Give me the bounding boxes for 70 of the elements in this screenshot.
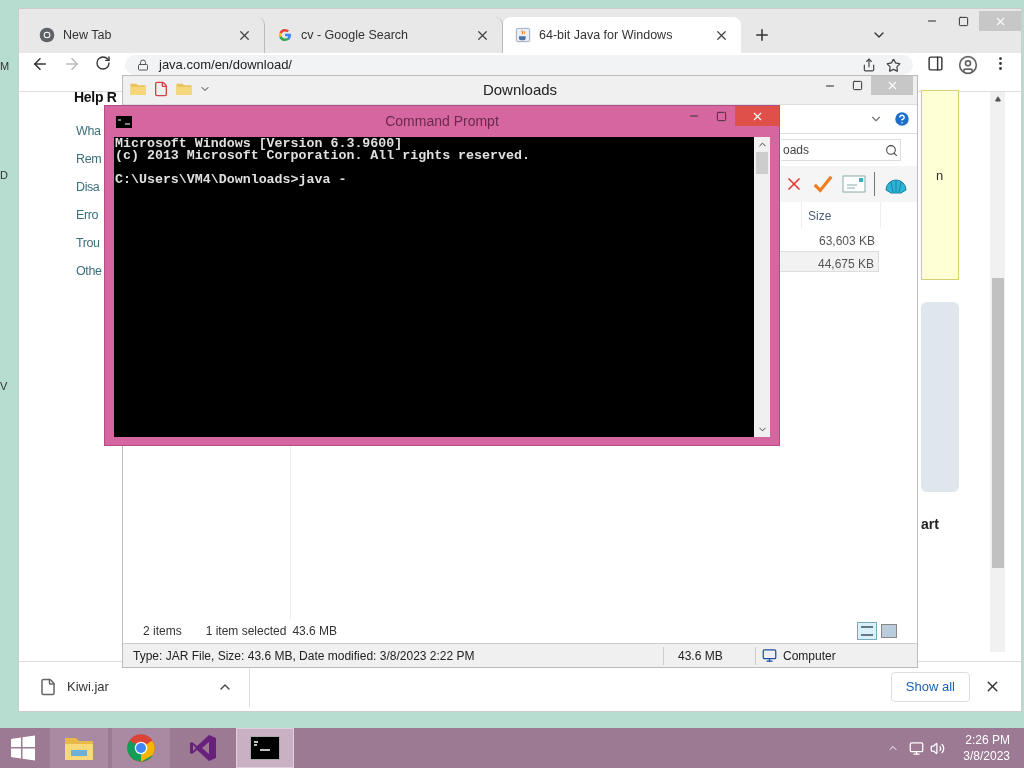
search-text: oads (783, 142, 811, 159)
scroll-up-arrow-icon[interactable] (994, 96, 1001, 102)
coffee-cup-icon (515, 27, 531, 43)
help-link[interactable]: Erro (76, 206, 98, 226)
file-row[interactable]: 63,603 KB (779, 229, 879, 250)
maximize-icon[interactable] (958, 15, 969, 27)
download-file-name: Kiwi.jar (67, 677, 110, 696)
window-title: Command Prompt (385, 112, 499, 131)
infinity-logo-icon (188, 733, 218, 763)
status-size: 43.6 MB (663, 646, 755, 665)
taskbar-app-button[interactable] (236, 728, 294, 768)
scrollbar-thumb[interactable] (756, 152, 768, 174)
help-link[interactable]: Rem (76, 150, 102, 170)
profile-icon[interactable] (958, 55, 978, 75)
checkmark-icon[interactable] (812, 173, 834, 195)
column-header[interactable]: Size (801, 202, 881, 228)
section-heading: Help R (74, 90, 117, 104)
document-icon[interactable] (153, 81, 169, 97)
scrollbar[interactable] (990, 92, 1005, 652)
tab-title: cv - Google Search (301, 26, 409, 44)
help-icon[interactable] (893, 110, 911, 128)
search-icon[interactable] (885, 143, 898, 157)
help-link[interactable]: Othe (76, 262, 102, 282)
preview-view-button[interactable] (881, 624, 897, 638)
console-scrollbar[interactable] (754, 137, 770, 437)
envelope-icon[interactable] (842, 175, 866, 193)
status-details: Type: JAR File, Size: 43.6 MB, Date modified: 3/8/2023 2:22 PM (132, 647, 476, 665)
file-row[interactable]: 44,675 KB (779, 251, 879, 272)
clock[interactable]: 2:26 PM 3/8/2023 (949, 732, 1024, 764)
tab-title: 64-bit Java for Windows (539, 26, 674, 44)
help-link[interactable]: Trou (76, 234, 100, 254)
terminal-icon (116, 116, 132, 128)
show-all-button[interactable]: Show all (890, 671, 970, 702)
desktop-icon-label: M (0, 59, 11, 74)
help-link[interactable]: Disa (76, 178, 100, 198)
reload-icon[interactable] (95, 55, 111, 71)
notice-text: n (936, 168, 944, 183)
windows-logo-icon (10, 735, 36, 761)
file-icon (39, 677, 57, 696)
lock-icon (137, 59, 149, 71)
share-icon[interactable] (862, 58, 876, 72)
new-tab-icon[interactable] (753, 26, 771, 44)
selection-info: 1 item selected (205, 623, 287, 640)
chrome-logo-icon (126, 733, 156, 763)
details-view-button[interactable] (857, 622, 877, 640)
google-logo-icon (277, 27, 293, 43)
card-heading: art (921, 515, 939, 534)
volume-icon[interactable] (930, 740, 946, 756)
status-location: Computer (783, 647, 836, 665)
back-icon[interactable] (31, 55, 49, 73)
desktop-icon-label: V (0, 379, 9, 394)
selection-size: 43.6 MB (292, 623, 339, 640)
desktop-icon-label: D (0, 167, 9, 183)
tab-title: New Tab (63, 26, 113, 44)
browser-tab[interactable]: 64-bit Java for Windows (503, 17, 741, 53)
network-icon[interactable] (909, 740, 925, 756)
item-count: 2 items (143, 623, 182, 640)
search-field[interactable]: oads (781, 139, 901, 161)
chrome-logo-icon (39, 27, 55, 43)
address-text: java.com/en/download/ (159, 56, 293, 75)
side-panel-icon[interactable] (927, 55, 944, 72)
help-link[interactable]: Wha (76, 122, 101, 142)
console-output: Microsoft Windows [Version 6.3.9600] (c) 2013 Microsoft Corporation. All rights reserved. C:\Users\VM4\Downloads>java - (114, 137, 754, 437)
maximize-icon[interactable] (852, 80, 863, 91)
computer-icon (762, 648, 777, 663)
scrollbar-thumb[interactable] (991, 278, 1004, 568)
address-field[interactable]: java.com/en/download/ (125, 55, 913, 75)
bookmark-star-icon[interactable] (886, 57, 901, 73)
window-title: Downloads (482, 79, 558, 100)
terminal-icon (250, 736, 280, 760)
